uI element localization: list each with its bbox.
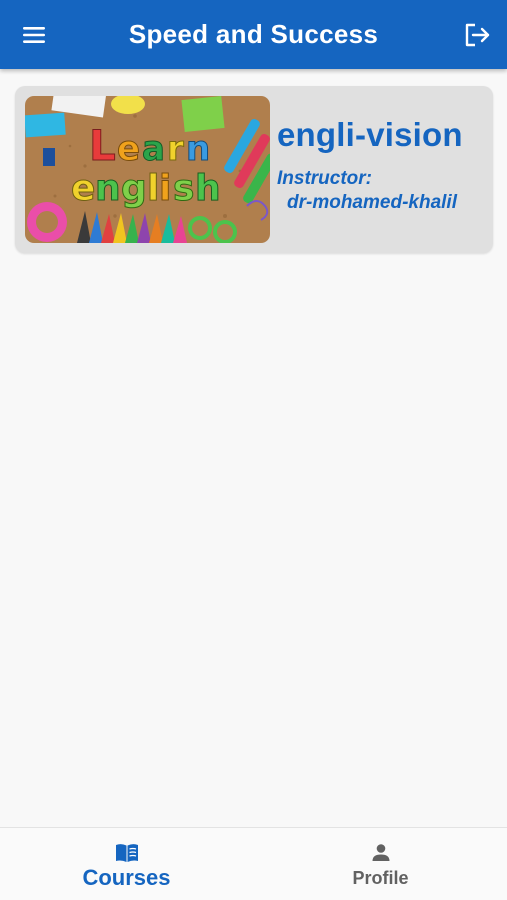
svg-text:s: s — [173, 168, 194, 209]
svg-text:n: n — [95, 168, 121, 209]
person-icon — [372, 844, 389, 861]
logout-icon — [465, 23, 490, 47]
svg-text:h: h — [195, 168, 221, 209]
course-thumbnail: L e a r n e n g l i s h — [25, 96, 270, 243]
course-card[interactable]: L e a r n e n g l i s h engli-vision Ins… — [15, 86, 493, 253]
hamburger-menu-icon — [23, 27, 45, 43]
svg-text:e: e — [71, 168, 95, 209]
logout-button[interactable] — [463, 22, 491, 48]
svg-text:n: n — [186, 129, 210, 169]
app-bar: Speed and Success — [0, 0, 507, 69]
menu-button[interactable] — [22, 24, 48, 46]
svg-text:r: r — [167, 129, 184, 169]
svg-text:i: i — [159, 168, 171, 209]
nav-label-courses: Courses — [82, 865, 171, 890]
svg-text:e: e — [117, 129, 140, 169]
book-icon — [115, 844, 138, 862]
instructor-name: dr-mohamed-khalil — [287, 192, 457, 213]
nav-item-courses[interactable]: Courses — [0, 828, 253, 900]
svg-text:l: l — [147, 168, 159, 209]
bottom-navigation: Courses Profile — [0, 827, 507, 900]
svg-text:g: g — [121, 168, 147, 209]
page-title: Speed and Success — [128, 19, 379, 49]
svg-text:L: L — [89, 121, 116, 170]
svg-text:a: a — [142, 129, 165, 169]
nav-label-profile: Profile — [352, 868, 409, 888]
course-title: engli-vision — [277, 116, 463, 153]
nav-item-profile[interactable]: Profile — [254, 828, 507, 900]
instructor-label: Instructor: — [277, 168, 372, 189]
course-info: engli-vision Instructor: dr-mohamed-khal… — [277, 116, 487, 214]
